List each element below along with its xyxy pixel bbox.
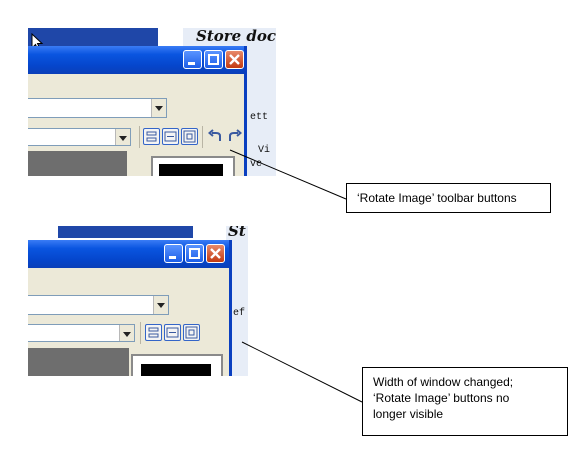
callout-rotate-buttons: ‘Rotate Image’ toolbar buttons bbox=[346, 183, 551, 213]
callout-text-line: longer visible bbox=[373, 407, 444, 421]
callout-text: ‘Rotate Image’ toolbar buttons bbox=[357, 191, 517, 205]
callout-width-changed: Width of window changed; ‘Rotate Image’ … bbox=[362, 367, 568, 436]
connector-line-width bbox=[241, 341, 363, 403]
connector-line-rotate bbox=[229, 149, 347, 200]
callout-text-line: Width of window changed; bbox=[373, 375, 514, 389]
callout-text-line: ‘Rotate Image’ buttons no bbox=[373, 391, 510, 405]
